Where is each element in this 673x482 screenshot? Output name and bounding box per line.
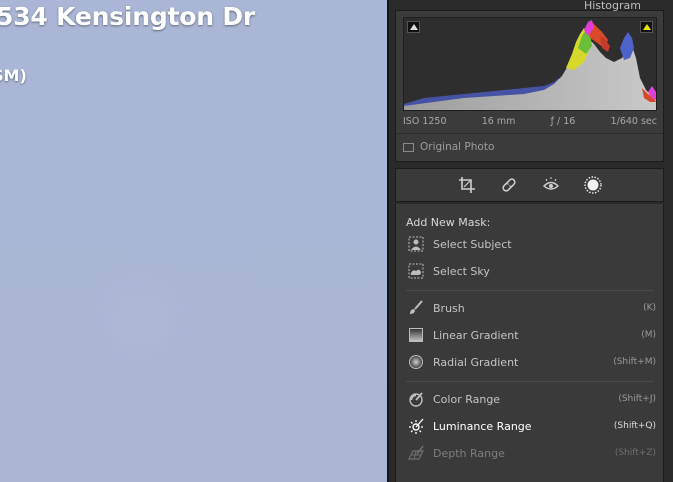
mask-item-label: Brush [433,301,465,315]
depth-range-button[interactable]: Depth Range (Shift+Z) [406,442,656,464]
crop-icon [458,177,475,193]
right-panel: Histogram ISO 1250 16 mm ƒ / 16 1/640 se… [389,0,673,482]
checkbox-icon[interactable] [403,142,414,152]
color-range-button[interactable]: Color Range (Shift+J) [406,388,656,410]
healing-icon [501,178,516,192]
photo-canvas[interactable]: 534 Kensington Dr SM) [0,0,387,482]
linear-gradient-icon [406,326,426,344]
red-eye-icon[interactable] [540,174,562,196]
mask-item-label: Linear Gradient [433,328,519,342]
original-photo-toggle[interactable]: Original Photo [403,141,494,153]
linear-gradient-button[interactable]: Linear Gradient (M) [406,324,656,346]
mask-item-label: Radial Gradient [433,355,519,369]
mask-group-divider [406,290,654,291]
brush-button[interactable]: Brush (K) [406,297,656,319]
radial-gradient-button[interactable]: Radial Gradient (Shift+M) [406,351,656,373]
masking-icon[interactable] [582,174,604,196]
histogram-svg [404,20,656,110]
triangle-icon [643,24,651,30]
add-new-mask-panel: Add New Mask: Select Subject Select Sky [395,204,664,482]
mask-item-shortcut: (Shift+Q) [613,421,656,431]
focal-length-value: 16 mm [481,116,516,127]
brush-icon [406,299,426,317]
highlight-clipping-toggle[interactable] [640,21,653,33]
original-photo-label: Original Photo [420,141,495,153]
shutter-speed-value: 1/640 sec [610,116,657,127]
masking-icon [583,176,602,194]
sky-icon [406,262,426,280]
subject-icon [406,235,426,253]
mask-item-label: Depth Range [433,446,505,460]
histogram-header: Histogram [583,0,641,12]
luminance-range-button[interactable]: Luminance Range (Shift+Q) [406,415,656,437]
mask-item-label: Luminance Range [433,419,532,433]
luminance-range-icon [406,417,426,435]
exif-info: ISO 1250 16 mm ƒ / 16 1/640 sec [403,116,657,127]
iso-value: ISO 1250 [403,116,447,127]
color-range-icon [406,390,426,408]
mask-item-label: Select Sky [433,264,490,278]
mask-group-divider [406,381,654,382]
healing-icon[interactable] [498,174,520,196]
exif-divider [396,133,663,134]
mask-item-shortcut: (Shift+Z) [614,448,656,458]
radial-gradient-icon [406,353,426,371]
mask-item-shortcut: (Shift+J) [618,394,656,404]
add-new-mask-title: Add New Mask: [406,216,491,229]
triangle-icon [410,24,418,30]
photo-title-overlay: 534 Kensington Dr [0,2,256,31]
app-window: 534 Kensington Dr SM) Histogram [0,0,673,482]
depth-range-icon [406,444,426,462]
mask-item-label: Select Subject [433,237,512,251]
crop-icon[interactable] [456,174,478,196]
histogram-panel: Histogram ISO 1250 16 mm ƒ / 16 1/640 se… [395,0,664,162]
mask-item-shortcut: (K) [643,303,656,313]
tool-strip [395,168,664,202]
red-eye-icon [542,177,559,190]
photo-subtitle-overlay: SM) [0,66,27,85]
mask-item-shortcut: (M) [641,330,656,340]
mask-item-shortcut: (Shift+M) [613,357,656,367]
mask-item-label: Color Range [433,392,501,406]
aperture-value: ƒ / 16 [550,116,576,127]
select-subject-button[interactable]: Select Subject [406,233,656,255]
histogram-graph[interactable] [403,17,657,111]
select-sky-button[interactable]: Select Sky [406,260,656,282]
shadow-clipping-toggle[interactable] [407,21,420,33]
